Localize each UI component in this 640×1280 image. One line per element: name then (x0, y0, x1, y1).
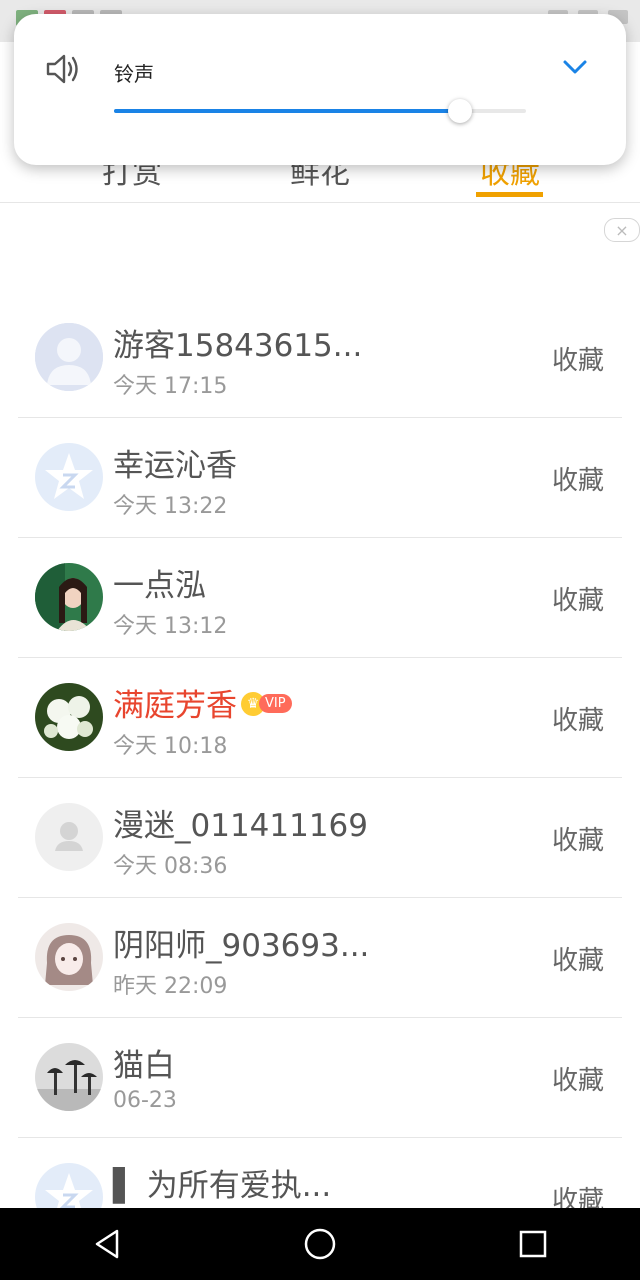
user-name: 猫白 (113, 1048, 175, 1084)
back-icon (95, 1229, 118, 1259)
default-person-avatar (35, 323, 103, 391)
vip-label: VIP (259, 694, 292, 713)
navigation-bar (0, 1208, 640, 1280)
photo-flowers-avatar (35, 683, 103, 751)
favorites-list: 游客15843615... 今天 17:15 收藏 幸运沁香 今天 13:22 … (0, 298, 640, 1258)
volume-slider-thumb[interactable] (448, 99, 473, 123)
list-item[interactable]: 幸运沁香 今天 13:22 收藏 (18, 418, 622, 538)
list-item[interactable]: 漫迷_011411169 今天 08:36 收藏 (18, 778, 622, 898)
timestamp: 昨天 22:09 (113, 974, 228, 999)
timestamp: 今天 13:12 (113, 614, 228, 639)
favorite-label: 收藏 (551, 1066, 604, 1096)
photo-umbrellas-avatar (35, 1043, 103, 1111)
volume-slider-fill (114, 109, 461, 113)
home-button[interactable] (290, 1214, 350, 1274)
chevron-down-icon[interactable] (562, 58, 588, 80)
recents-button[interactable] (503, 1214, 563, 1274)
list-item[interactable]: 游客15843615... 今天 17:15 收藏 (18, 298, 622, 418)
user-name: 幸运沁香 (113, 448, 237, 484)
qzone-star-avatar (35, 443, 103, 511)
list-item[interactable]: 猫白 06-23 收藏 (18, 1018, 622, 1138)
favorite-label: 收藏 (551, 586, 604, 616)
timestamp: 今天 17:15 (113, 374, 228, 399)
close-icon: × (615, 220, 629, 240)
favorite-label: 收藏 (551, 706, 604, 736)
speaker-icon[interactable] (44, 52, 84, 90)
user-name: ▌ 为所有爱执... (113, 1168, 332, 1204)
anime-girl-avatar (35, 923, 103, 991)
timestamp: 今天 08:36 (113, 854, 228, 879)
user-name: 漫迷_011411169 (113, 808, 369, 844)
vip-badge: ♛ VIP (241, 691, 292, 716)
default-gray-avatar (35, 803, 103, 871)
user-name: 阴阳师_903693... (113, 928, 370, 964)
user-name-text: 满庭芳香 (113, 688, 237, 724)
close-button[interactable]: × (604, 218, 640, 242)
volume-slider[interactable] (114, 99, 526, 123)
back-button[interactable] (77, 1214, 137, 1274)
active-tab-indicator (476, 192, 543, 197)
list-item[interactable]: 满庭芳香 ♛ VIP 今天 10:18 收藏 (18, 658, 622, 778)
user-name: 一点泓 (113, 568, 206, 604)
timestamp: 今天 10:18 (113, 734, 228, 759)
recents-icon (520, 1230, 547, 1258)
timestamp: 06-23 (113, 1088, 177, 1113)
favorite-label: 收藏 (551, 946, 604, 976)
favorite-label: 收藏 (551, 826, 604, 856)
photo-woman-avatar (35, 563, 103, 631)
volume-label: 铃声 (114, 62, 154, 86)
volume-panel: 铃声 (14, 14, 626, 165)
user-name: 游客15843615... (113, 328, 363, 364)
user-name: 满庭芳香 ♛ VIP (113, 680, 292, 725)
home-icon (304, 1228, 336, 1260)
list-item[interactable]: 一点泓 今天 13:12 收藏 (18, 538, 622, 658)
favorite-label: 收藏 (551, 346, 604, 376)
list-item[interactable]: 阴阳师_903693... 昨天 22:09 收藏 (18, 898, 622, 1018)
timestamp: 今天 13:22 (113, 494, 228, 519)
favorite-label: 收藏 (551, 466, 604, 496)
